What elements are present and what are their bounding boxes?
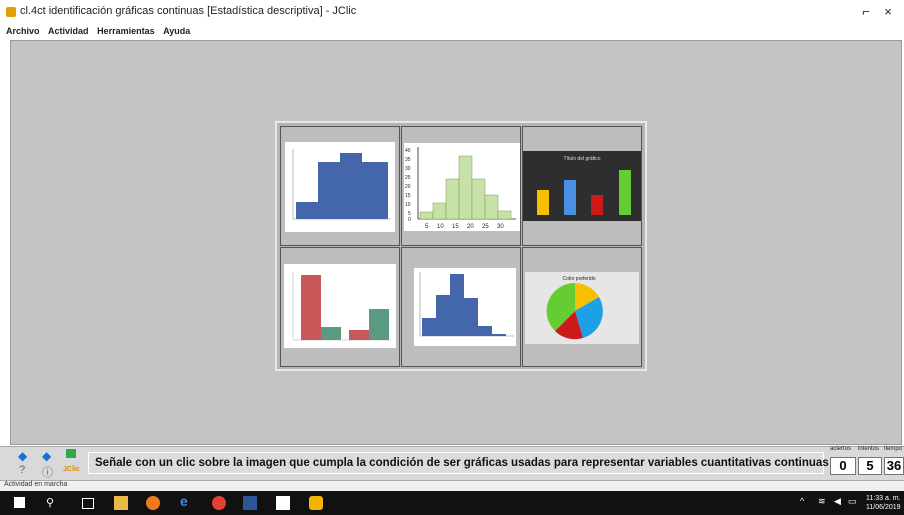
ytick-20: 20 xyxy=(405,184,411,190)
minimize-button[interactable]: ⌐ xyxy=(856,4,876,19)
search-icon[interactable]: ⚲ xyxy=(46,496,60,510)
word-icon[interactable] xyxy=(243,496,257,510)
bar-chart-dark-image: Título del gráfico xyxy=(523,151,641,221)
menu-herramientas[interactable]: Herramientas xyxy=(97,26,155,36)
dark-chart-title: Título del gráfico xyxy=(564,156,601,162)
ytick-15: 15 xyxy=(405,193,411,199)
ytick-35: 35 xyxy=(405,157,411,163)
histogram-blue-image xyxy=(285,142,395,232)
xtick-15: 15 xyxy=(452,224,459,230)
histogram-green-image: 40 35 30 25 20 15 10 5 0 5 10 15 20 25 3… xyxy=(404,143,520,231)
file-explorer-icon[interactable] xyxy=(114,496,128,510)
cell-bar-chart-red-green[interactable] xyxy=(280,247,400,367)
menu-archivo[interactable]: Archivo xyxy=(6,26,40,36)
jclic-app-icon xyxy=(6,7,16,17)
chrome-icon[interactable] xyxy=(212,496,226,510)
cell-histogram-green[interactable]: 40 35 30 25 20 15 10 5 0 5 10 15 20 25 3… xyxy=(401,126,521,246)
cell-pie-chart[interactable]: Color preferido xyxy=(522,247,642,367)
counter-tiempo: 36 xyxy=(884,457,904,475)
jclic-taskbar-icon[interactable] xyxy=(309,496,323,510)
previous-arrow-icon[interactable]: ◆ xyxy=(18,449,27,463)
system-clock[interactable]: 11:33 a. m. 11/06/2019 xyxy=(866,494,901,512)
edge-icon[interactable]: e xyxy=(180,493,194,509)
clock-date: 11/06/2019 xyxy=(866,504,901,511)
windows-start-icon[interactable] xyxy=(14,497,25,508)
network-icon[interactable]: ≋ xyxy=(818,496,832,510)
tray-chevron-icon[interactable]: ^ xyxy=(800,496,814,510)
xtick-25: 25 xyxy=(482,224,489,230)
pie-title: Color preferido xyxy=(562,276,595,282)
counter-aciertos: 0 xyxy=(830,457,856,475)
ytick-25: 25 xyxy=(405,175,411,181)
menu-ayuda[interactable]: Ayuda xyxy=(163,26,190,36)
task-view-icon[interactable] xyxy=(82,498,94,509)
cell-histogram-blue-2[interactable] xyxy=(401,247,521,367)
ytick-40: 40 xyxy=(405,148,411,154)
info-button[interactable]: ⓘ xyxy=(42,464,53,480)
jclic-logo[interactable]: JClic xyxy=(63,466,80,473)
image-grid: 40 35 30 25 20 15 10 5 0 5 10 15 20 25 3… xyxy=(275,121,647,371)
help-button[interactable]: ? xyxy=(19,464,25,476)
cell-bar-chart-dark[interactable]: Título del gráfico xyxy=(522,126,642,246)
ytick-0: 0 xyxy=(408,217,411,223)
menu-bar: Archivo Actividad Herramientas Ayuda xyxy=(0,26,904,38)
store-icon[interactable] xyxy=(276,496,290,510)
activity-message: Señale con un clic sobre la imagen que c… xyxy=(88,452,829,474)
menu-actividad[interactable]: Actividad xyxy=(48,26,89,36)
title-bar: cl.4ct identificación gráficas continuas… xyxy=(0,0,904,26)
restart-icon[interactable] xyxy=(66,449,76,458)
volume-icon[interactable]: ◀ xyxy=(834,496,848,510)
pie-chart-image: Color preferido xyxy=(525,272,639,344)
taskbar: ⚲ e ^ ≋ ◀ ▭ xyxy=(0,491,904,515)
xtick-10: 10 xyxy=(437,224,444,230)
counter-label-intentos: intentos xyxy=(858,446,880,452)
firefox-icon[interactable] xyxy=(146,496,160,510)
counter-label-aciertos: aciertos xyxy=(830,446,852,452)
ytick-10: 10 xyxy=(405,202,411,208)
cell-histogram-blue[interactable] xyxy=(280,126,400,246)
close-button[interactable]: × xyxy=(878,4,898,19)
counter-intentos: 5 xyxy=(858,457,882,475)
xtick-20: 20 xyxy=(467,224,474,230)
status-text: Actividad en marcha xyxy=(4,481,68,488)
next-arrow-icon[interactable]: ◆ xyxy=(42,449,51,463)
xtick-30: 30 xyxy=(497,224,504,230)
bar-chart-red-green-image xyxy=(284,264,396,348)
ytick-30: 30 xyxy=(405,166,411,172)
notifications-icon[interactable]: ▭ xyxy=(848,496,862,510)
window-title: cl.4ct identificación gráficas continuas… xyxy=(20,5,357,17)
counter-label-tiempo: tiempo xyxy=(884,446,903,452)
histogram-blue-2-image xyxy=(414,268,516,346)
clock-time: 11:33 a. m. xyxy=(866,495,901,502)
